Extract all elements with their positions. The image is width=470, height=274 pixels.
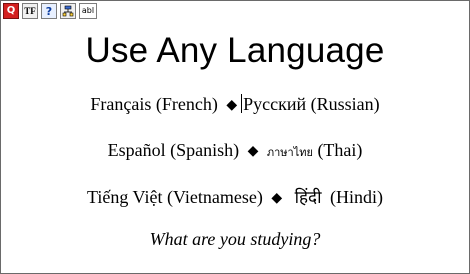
red-q-label: Q — [6, 5, 16, 16]
french-label: Français (French) — [90, 94, 218, 114]
page-title: Use Any Language — [85, 31, 385, 70]
text-format-label: TF — [24, 5, 36, 16]
hindi-native-label: हिंदी — [294, 188, 322, 208]
properties-icon[interactable] — [60, 3, 76, 19]
spanish-label: Español (Spanish) — [107, 140, 240, 160]
text-cursor — [241, 94, 243, 113]
toolbar: Q TF ? abl — [3, 3, 97, 21]
language-line-vietnamese-hindi: Tiếng Việt (Vietnamese) ◆ हिंदी (Hindi) — [1, 185, 469, 208]
russian-label: Русский (Russian) — [243, 94, 380, 114]
language-line-spanish-thai: Español (Spanish) ◆ ภาษาไทย (Thai) — [1, 140, 469, 161]
language-window: Q TF ? abl Use Any Language Français (Fr… — [0, 0, 470, 274]
hindi-label: (Hindi) — [329, 187, 383, 207]
text-format-icon[interactable]: TF — [22, 3, 38, 19]
help-icon[interactable]: ? — [41, 3, 57, 19]
thai-native-label: ภาษาไทย — [266, 146, 313, 159]
diamond-separator-icon: ◆ — [271, 190, 283, 206]
text-field-label: abl — [81, 6, 95, 15]
vietnamese-label: Tiếng Việt (Vietnamese) — [87, 187, 263, 207]
language-line-french-russian: Français (French) ◆ Русский (Russian) — [1, 94, 469, 115]
study-question: What are you studying? — [149, 229, 321, 249]
diamond-separator-icon: ◆ — [226, 97, 238, 113]
diamond-separator-icon: ◆ — [247, 143, 259, 159]
help-label: ? — [45, 4, 53, 18]
thai-label: (Thai) — [317, 140, 363, 160]
properties-glyph — [62, 5, 74, 17]
text-field-icon[interactable]: abl — [79, 3, 97, 19]
red-q-icon[interactable]: Q — [3, 3, 19, 19]
